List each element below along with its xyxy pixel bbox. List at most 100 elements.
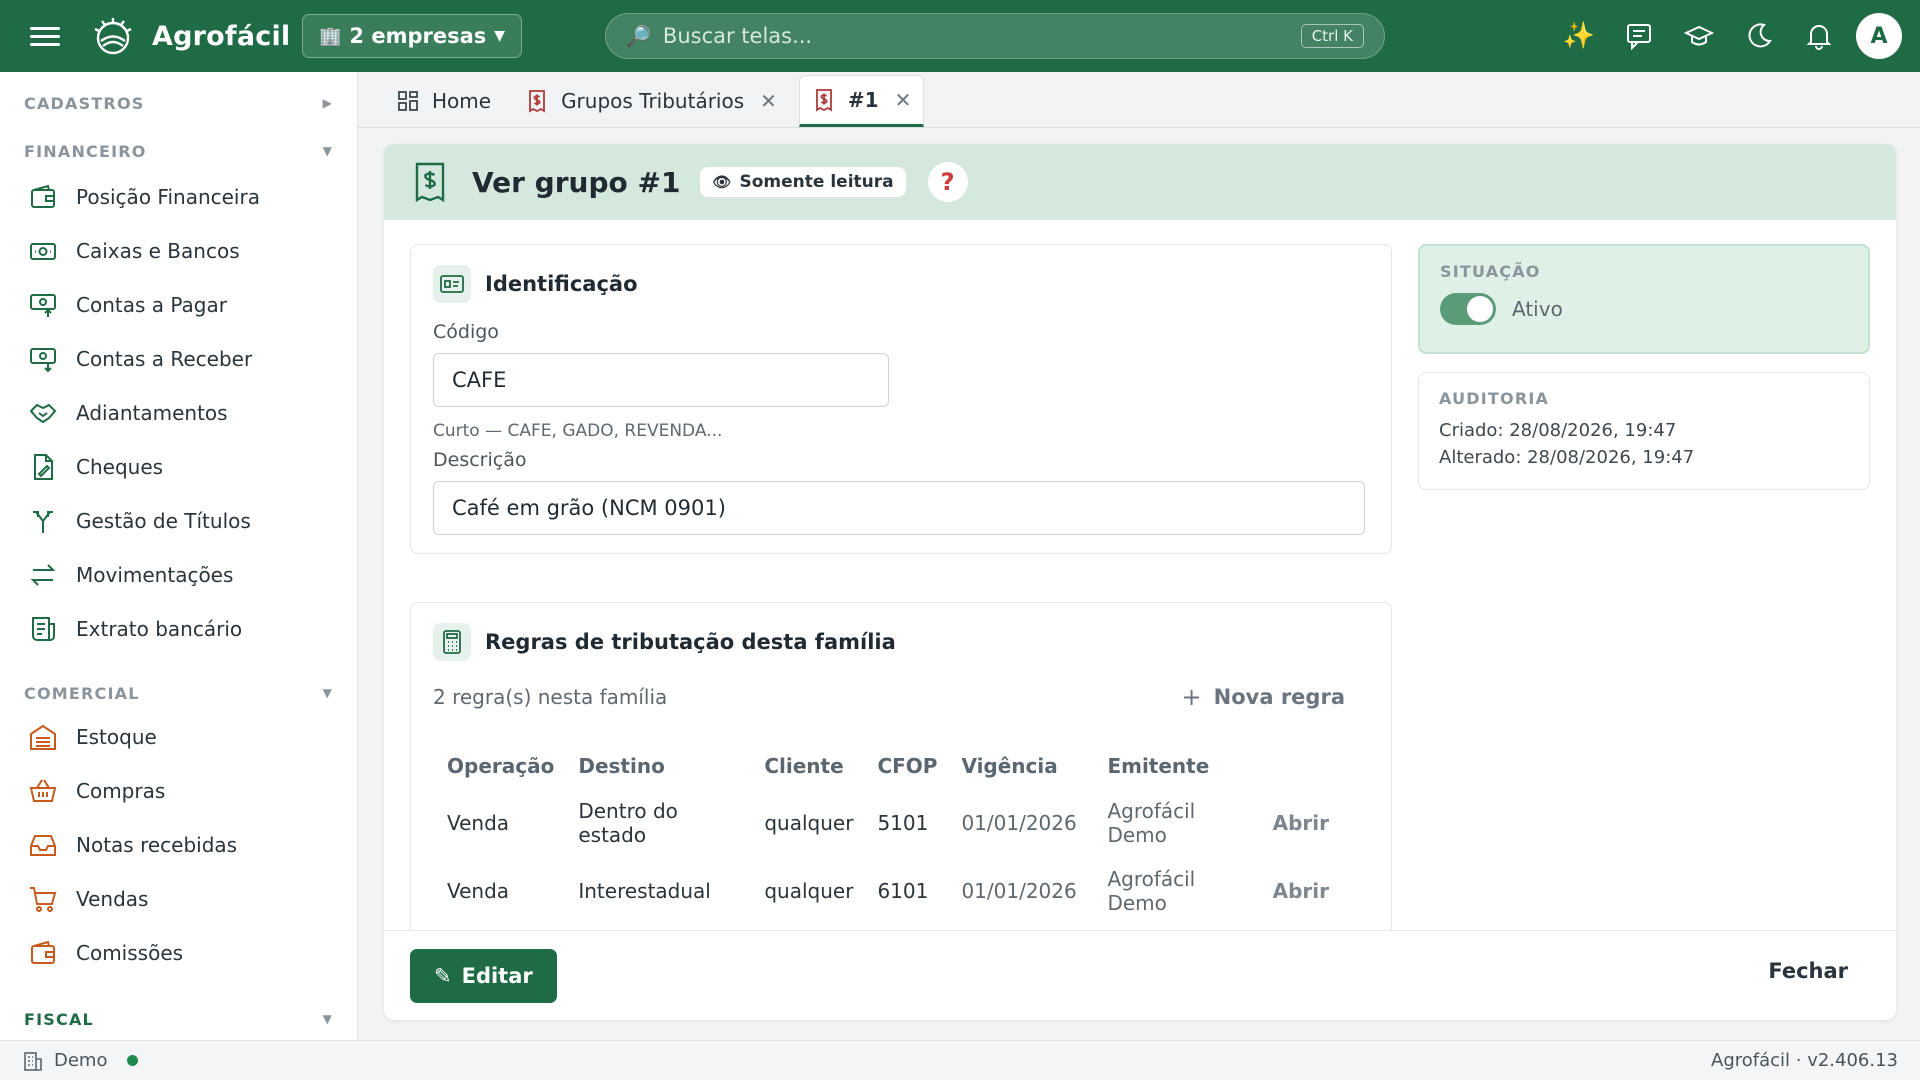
building-icon: 🏢 (319, 25, 342, 47)
cell-emitente: Agrofácil Demo (1107, 867, 1196, 915)
pencil-icon: ✎ (434, 964, 452, 988)
sidebar-item-label: Caixas e Bancos (76, 239, 240, 263)
basket-icon (29, 779, 57, 802)
page-title: Ver grupo #1 (472, 165, 681, 199)
sidebar: CADASTROS ▶ FINANCEIRO ▼ Posição Finance… (0, 72, 358, 1040)
sidebar-item-extrato-bancario[interactable]: Extrato bancário (0, 602, 357, 656)
code-field[interactable]: CAFE (433, 353, 889, 407)
brand-name: Agrofácil (152, 20, 291, 52)
search-shortcut: Ctrl K (1300, 24, 1364, 48)
sidebar-section-label: CADASTROS (24, 93, 145, 113)
sidebar-item-posicao-financeira[interactable]: Posição Financeira (0, 170, 357, 224)
sidebar-item-contas-a-pagar[interactable]: Contas a Pagar (0, 278, 357, 332)
sidebar-item-label: Contas a Pagar (76, 293, 227, 317)
company-selector[interactable]: 🏢 2 empresas ▼ (302, 14, 523, 58)
calculator-icon (433, 623, 471, 661)
environment-label: Demo (54, 1050, 108, 1071)
chevron-down-icon: ▼ (494, 28, 506, 44)
plus-icon: + (1181, 683, 1202, 711)
view-group-panel: Ver grupo #1 👁 Somente leitura ? Identif… (384, 144, 1896, 1020)
sidebar-section-financeiro[interactable]: FINANCEIRO ▼ (0, 136, 357, 166)
bell-icon[interactable] (1796, 13, 1842, 59)
grid-icon (398, 91, 418, 111)
sidebar-item-notas-recebidas[interactable]: Notas recebidas (0, 818, 357, 872)
open-rule-button[interactable]: Abrir (1245, 789, 1355, 857)
brand-logo-icon (94, 18, 132, 55)
tab-label: Home (432, 89, 492, 113)
environment-indicator[interactable]: Demo (22, 1050, 139, 1072)
status-card: SITUAÇÃO Ativo (1418, 244, 1870, 354)
status-heading: SITUAÇÃO (1440, 262, 1541, 281)
sidebar-item-label: Vendas (76, 887, 149, 911)
brand[interactable]: Agrofácil (90, 14, 290, 58)
sidebar-item-caixas-e-bancos[interactable]: Caixas e Bancos (0, 224, 357, 278)
close-icon[interactable]: ✕ (760, 89, 777, 113)
status-bar: Demo Agrofácil · v2.406.13 (0, 1040, 1920, 1080)
sidebar-item-comissoes[interactable]: Comissões (0, 926, 357, 980)
sidebar-item-cheques[interactable]: Cheques (0, 440, 357, 494)
page-header: Ver grupo #1 👁 Somente leitura ? (384, 144, 1896, 220)
moon-icon[interactable] (1736, 13, 1782, 59)
check-icon (34, 454, 53, 480)
sidebar-item-label: Estoque (76, 725, 157, 749)
app-version: Agrofácil · v2.406.13 (1711, 1050, 1898, 1071)
cell-cliente: qualquer (764, 879, 854, 903)
sidebar-item-label: Notas recebidas (76, 833, 238, 857)
edit-button-label: Editar (461, 964, 533, 988)
company-selector-label: 2 empresas (349, 24, 487, 48)
graduation-cap-icon[interactable] (1676, 13, 1722, 59)
sidebar-item-vendas[interactable]: Vendas (0, 872, 357, 926)
help-button[interactable]: ? (927, 162, 968, 202)
sidebar-item-adiantamentos[interactable]: Adiantamentos (0, 386, 357, 440)
edit-button[interactable]: ✎ Editar (410, 949, 557, 1003)
open-rule-button[interactable]: Abrir (1245, 857, 1355, 925)
sparkle-icon[interactable]: ✨ (1556, 13, 1602, 59)
rules-title: Regras de tributação desta família (433, 623, 896, 661)
sidebar-item-contas-a-receber[interactable]: Contas a Receber (0, 332, 357, 386)
sidebar-item-estoque[interactable]: Estoque (0, 710, 357, 764)
description-field[interactable]: Café em grão (NCM 0901) (433, 481, 1365, 535)
handshake-icon (29, 403, 57, 424)
audit-modified: Alterado: 28/08/2026, 19:47 (1439, 447, 1695, 468)
search-bar[interactable]: 🔎 Ctrl K (605, 13, 1385, 59)
cell-operacao: Venda (447, 879, 510, 903)
sidebar-item-label: Posição Financeira (76, 185, 260, 209)
status-toggle[interactable] (1440, 293, 1496, 325)
sidebar-item-compras[interactable]: Compras (0, 764, 357, 818)
tab-grupo-1[interactable]: #1 ✕ (798, 75, 925, 127)
identification-title-text: Identificação (485, 272, 638, 296)
audit-card: AUDITORIA Criado: 28/08/2026, 19:47 Alte… (1418, 372, 1870, 490)
table-row[interactable]: Venda Interestadual qualquer 6101 01/01/… (435, 857, 1355, 925)
column-header: CFOP (877, 754, 938, 778)
dollar-doc-icon (816, 89, 832, 112)
action-bar: ✎ Editar Fechar (384, 930, 1896, 1020)
close-button[interactable]: Fechar (1768, 959, 1848, 983)
cell-emitente: Agrofácil Demo (1107, 799, 1196, 847)
table-row[interactable]: Venda Dentro do estado qualquer 5101 01/… (435, 789, 1355, 857)
sidebar-section-cadastros[interactable]: CADASTROS ▶ (0, 88, 357, 118)
receipt-icon (32, 617, 55, 642)
status-label: Ativo (1512, 297, 1563, 321)
sidebar-item-gestao-de-titulos[interactable]: Gestão de Títulos (0, 494, 357, 548)
cart-icon (30, 887, 57, 912)
avatar[interactable]: A (1856, 13, 1902, 59)
dollar-doc-icon (529, 90, 545, 113)
tab-grupos-tributarios[interactable]: Grupos Tributários ✕ (513, 75, 789, 127)
chevron-down-icon: ▼ (322, 686, 333, 700)
table-header-row: Operação Destino Cliente CFOP Vigência E… (435, 743, 1355, 789)
new-rule-button[interactable]: + Nova regra (1182, 683, 1345, 711)
sidebar-item-movimentacoes[interactable]: Movimentações (0, 548, 357, 602)
cash-out-icon (30, 294, 56, 317)
tab-home[interactable]: Home (384, 75, 503, 127)
sidebar-section-fiscal[interactable]: FISCAL ▼ (0, 1004, 357, 1034)
column-header: Destino (578, 754, 665, 778)
tab-label: Grupos Tributários (561, 89, 745, 113)
audit-heading: AUDITORIA (1439, 389, 1550, 408)
search-input[interactable] (662, 24, 1301, 48)
eye-icon: 👁 (712, 173, 732, 191)
chat-icon[interactable] (1616, 13, 1662, 59)
close-icon[interactable]: ✕ (895, 88, 912, 112)
menu-icon[interactable] (30, 22, 60, 50)
new-rule-label: Nova regra (1213, 685, 1345, 709)
sidebar-section-comercial[interactable]: COMERCIAL ▼ (0, 678, 357, 708)
